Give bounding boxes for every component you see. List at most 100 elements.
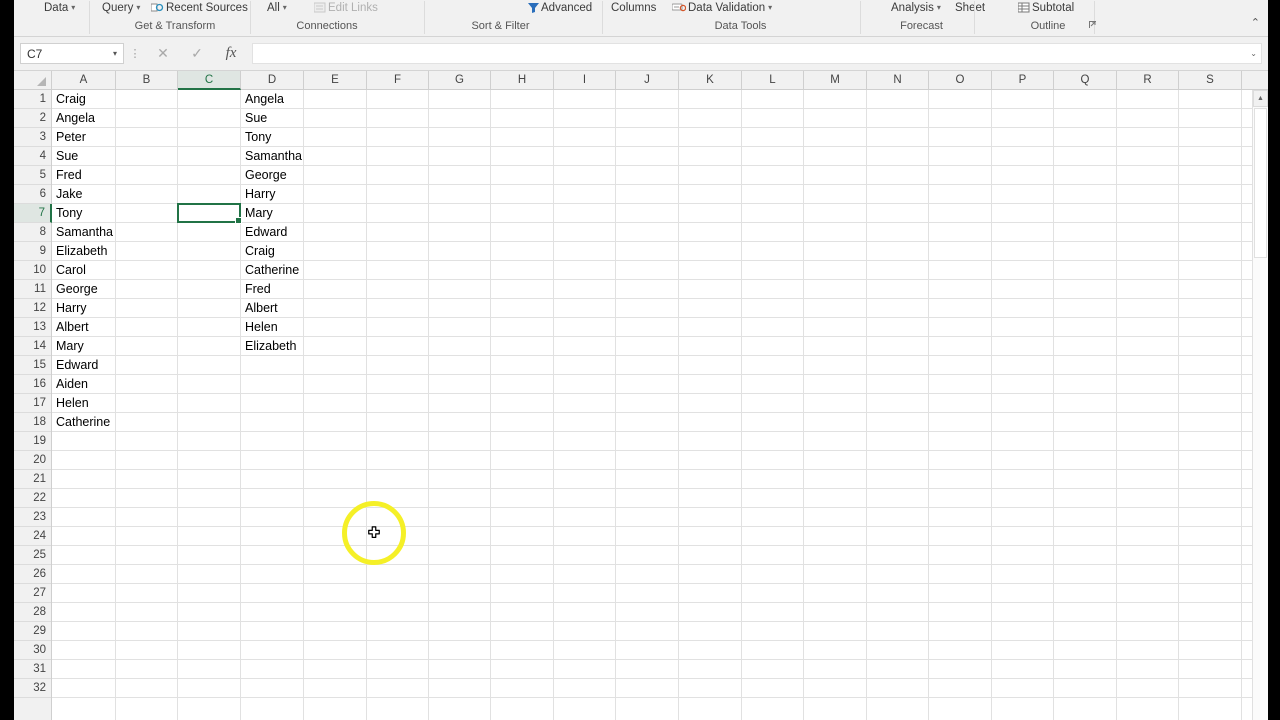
column-header-D[interactable]: D [241,71,304,89]
cell-A10[interactable]: Carol [52,261,116,280]
ribbon-command-data[interactable]: Data ▾ [44,0,75,17]
ribbon-command-advanced[interactable]: Advanced [528,0,592,19]
row-header-7[interactable]: 7 [14,204,52,223]
row-header-1[interactable]: 1 [14,90,51,109]
row-header-16[interactable]: 16 [14,375,51,394]
chevron-down-icon[interactable]: ▾ [113,49,117,58]
column-header-M[interactable]: M [804,71,867,89]
cell-A11[interactable]: George [52,280,116,299]
selected-cell-outline[interactable] [177,203,242,224]
cell-D14[interactable]: Elizabeth [241,337,304,356]
ribbon-command-recent-sources[interactable]: Recent Sources [150,0,248,19]
chevron-down-icon[interactable]: ▾ [937,3,941,12]
cell-A9[interactable]: Elizabeth [52,242,116,261]
column-header-C[interactable]: C [178,71,241,90]
cell-D6[interactable]: Harry [241,185,304,204]
row-header-25[interactable]: 25 [14,546,51,565]
row-header-20[interactable]: 20 [14,451,51,470]
cell-A1[interactable]: Craig [52,90,116,109]
row-header-13[interactable]: 13 [14,318,51,337]
cell-A18[interactable]: Catherine [52,413,116,432]
cell-A12[interactable]: Harry [52,299,116,318]
cell-A5[interactable]: Fred [52,166,116,185]
ribbon-command-data-validation[interactable]: Data Validation ▾ [671,0,772,19]
cell-A17[interactable]: Helen [52,394,116,413]
vertical-scrollbar-thumb[interactable] [1254,108,1267,258]
row-header-14[interactable]: 14 [14,337,51,356]
cell-A8[interactable]: Samantha [52,223,116,242]
row-header-21[interactable]: 21 [14,470,51,489]
cell-A16[interactable]: Aiden [52,375,116,394]
column-header-Q[interactable]: Q [1054,71,1117,89]
ribbon-command-all[interactable]: All ▾ [267,0,287,17]
cell-A3[interactable]: Peter [52,128,116,147]
ribbon-command-subtotal[interactable]: Subtotal [1017,0,1074,19]
row-header-19[interactable]: 19 [14,432,51,451]
cell-D3[interactable]: Tony [241,128,304,147]
row-header-6[interactable]: 6 [14,185,51,204]
row-header-9[interactable]: 9 [14,242,51,261]
column-header-G[interactable]: G [429,71,491,89]
insert-function-icon[interactable]: fx [214,43,248,65]
column-header-R[interactable]: R [1117,71,1179,89]
row-header-23[interactable]: 23 [14,508,51,527]
cell-A4[interactable]: Sue [52,147,116,166]
cell-D13[interactable]: Helen [241,318,304,337]
ribbon-command-sheet[interactable]: Sheet [955,0,985,17]
cell-D11[interactable]: Fred [241,280,304,299]
vertical-scrollbar[interactable]: ▲ [1252,90,1268,720]
row-header-22[interactable]: 22 [14,489,51,508]
cell-A15[interactable]: Edward [52,356,116,375]
cell-D2[interactable]: Sue [241,109,304,128]
enter-icon[interactable]: ✓ [180,43,214,65]
formula-bar-drag-handle[interactable]: ⋮ [124,48,146,59]
row-header-32[interactable]: 32 [14,679,51,698]
row-header-12[interactable]: 12 [14,299,51,318]
row-header-27[interactable]: 27 [14,584,51,603]
cell-D7[interactable]: Mary [241,204,304,223]
formula-input[interactable]: ⌄ [252,43,1262,64]
cell-D10[interactable]: Catherine [241,261,304,280]
row-header-8[interactable]: 8 [14,223,51,242]
column-header-A[interactable]: A [52,71,116,89]
outline-dialog-launcher-icon[interactable] [1089,18,1097,35]
cell-D8[interactable]: Edward [241,223,304,242]
cell-A2[interactable]: Angela [52,109,116,128]
row-header-15[interactable]: 15 [14,356,51,375]
row-header-4[interactable]: 4 [14,147,51,166]
cell-A7[interactable]: Tony [52,204,116,223]
column-header-N[interactable]: N [867,71,929,89]
cell-area[interactable]: Craig Angela Peter Sue Fred Jake Tony Samantha E… [52,90,1268,720]
row-header-18[interactable]: 18 [14,413,51,432]
select-all-button[interactable] [14,71,52,90]
expand-formula-bar-icon[interactable]: ⌄ [1250,49,1257,58]
row-header-30[interactable]: 30 [14,641,51,660]
row-header-10[interactable]: 10 [14,261,51,280]
ribbon-command-analysis[interactable]: Analysis ▾ [891,0,941,17]
ribbon-command-columns[interactable]: Columns [611,0,656,17]
column-header-O[interactable]: O [929,71,992,89]
collapse-ribbon-button[interactable]: ⌃ [1251,16,1260,29]
chevron-down-icon[interactable]: ▾ [768,3,772,12]
row-header-28[interactable]: 28 [14,603,51,622]
cell-D1[interactable]: Angela [241,90,304,109]
column-header-P[interactable]: P [992,71,1054,89]
row-header-29[interactable]: 29 [14,622,51,641]
chevron-down-icon[interactable]: ▾ [71,3,75,12]
scroll-up-icon[interactable]: ▲ [1253,90,1268,107]
column-header-E[interactable]: E [304,71,367,89]
column-header-B[interactable]: B [116,71,178,89]
column-header-K[interactable]: K [679,71,742,89]
column-header-L[interactable]: L [742,71,804,89]
cell-A6[interactable]: Jake [52,185,116,204]
chevron-down-icon[interactable]: ▾ [283,3,287,12]
cell-D9[interactable]: Craig [241,242,304,261]
row-header-5[interactable]: 5 [14,166,51,185]
column-header-I[interactable]: I [554,71,616,89]
row-header-3[interactable]: 3 [14,128,51,147]
row-header-2[interactable]: 2 [14,109,51,128]
column-header-J[interactable]: J [616,71,679,89]
cell-D12[interactable]: Albert [241,299,304,318]
ribbon-command-query[interactable]: Query ▾ [102,0,140,17]
name-box[interactable]: C7 ▾ [20,43,124,64]
